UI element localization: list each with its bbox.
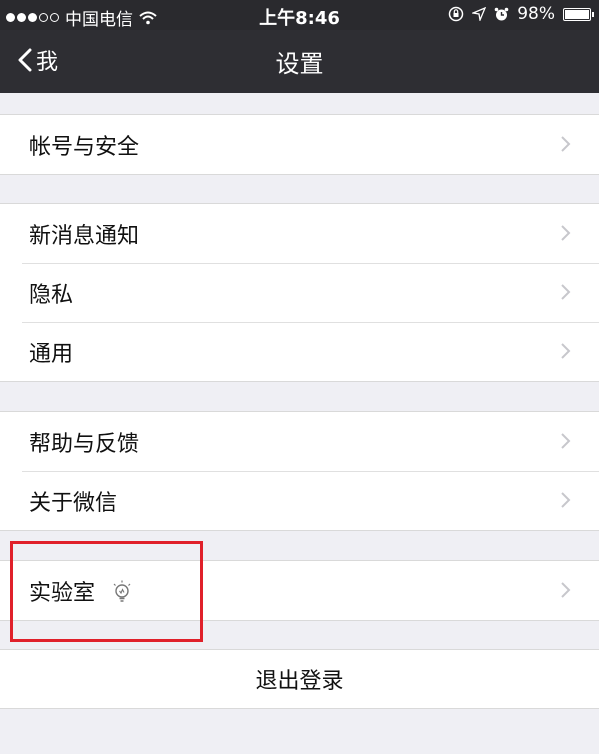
navigation-bar: 我 设置 xyxy=(0,30,599,93)
chevron-right-icon xyxy=(561,136,571,152)
settings-item-account-security[interactable]: 帐号与安全 xyxy=(0,115,599,174)
settings-item-label: 通用 xyxy=(29,341,74,367)
chevron-right-icon xyxy=(561,343,571,359)
chevron-right-icon xyxy=(561,225,571,241)
logout-button[interactable]: 退出登录 xyxy=(0,649,599,709)
settings-item-label: 帮助与反馈 xyxy=(29,431,140,457)
settings-item-new-message-notification[interactable]: 新消息通知 xyxy=(0,204,599,263)
chevron-right-icon xyxy=(561,433,571,449)
settings-item-about-wechat[interactable]: 关于微信 xyxy=(0,471,599,530)
settings-item-label: 关于微信 xyxy=(29,490,118,516)
settings-group-account: 帐号与安全 xyxy=(0,114,599,175)
location-arrow-icon xyxy=(472,7,487,21)
status-right: 98% xyxy=(448,4,594,24)
chevron-right-icon xyxy=(561,284,571,300)
page-title: 设置 xyxy=(275,50,324,78)
settings-item-privacy[interactable]: 隐私 xyxy=(0,263,599,322)
settings-item-label: 帐号与安全 xyxy=(29,134,140,160)
settings-item-label: 隐私 xyxy=(29,282,74,308)
highlight-box xyxy=(10,541,203,642)
battery-icon xyxy=(563,7,594,21)
rotation-lock-icon xyxy=(448,6,464,22)
alarm-clock-icon xyxy=(494,7,509,20)
status-bar: 中国电信 上午8:46 98% xyxy=(0,0,599,30)
chevron-right-icon xyxy=(561,582,571,598)
settings-item-help-feedback[interactable]: 帮助与反馈 xyxy=(0,412,599,471)
settings-item-label: 新消息通知 xyxy=(29,223,140,249)
chevron-right-icon xyxy=(561,492,571,508)
settings-item-general[interactable]: 通用 xyxy=(0,322,599,381)
logout-button-label: 退出登录 xyxy=(255,669,344,694)
battery-percent: 98% xyxy=(517,4,555,24)
settings-group-help: 帮助与反馈 关于微信 xyxy=(0,411,599,531)
settings-group-notifications: 新消息通知 隐私 通用 xyxy=(0,203,599,382)
